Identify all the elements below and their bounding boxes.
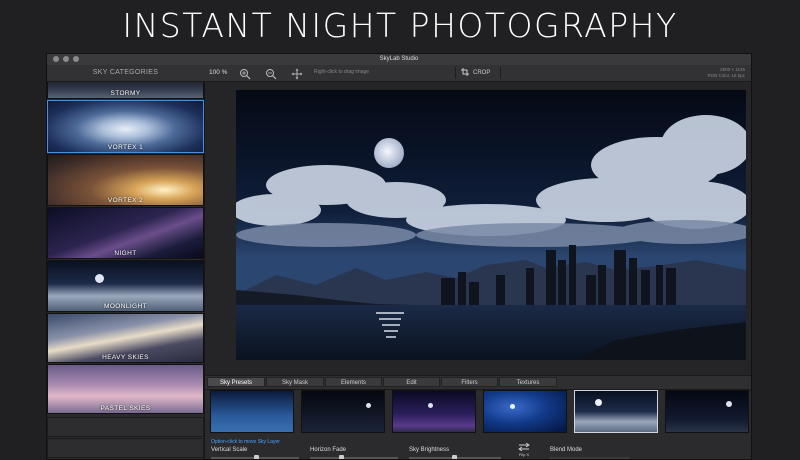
blend-mode-label: Blend Mode xyxy=(550,447,583,453)
crop-label: CROP xyxy=(473,70,491,76)
sky-brightness-label: Sky Brightness xyxy=(409,447,450,453)
crop-icon xyxy=(461,68,469,78)
move-icon[interactable] xyxy=(291,67,303,80)
sidebar-item-vortex-2[interactable]: VORTEX 2 xyxy=(47,154,204,206)
night-photo[interactable] xyxy=(236,90,746,360)
tab-elements[interactable]: Elements xyxy=(325,377,382,387)
sky-presets-strip xyxy=(205,389,751,437)
sidebar-item-vortex-1[interactable]: VORTEX 1 xyxy=(47,100,204,153)
tab-filters[interactable]: Filters xyxy=(441,377,498,387)
horizon-fade-slider[interactable] xyxy=(310,457,398,459)
crop-button[interactable]: CROP xyxy=(455,67,501,79)
preset-thumbnail[interactable] xyxy=(665,390,749,433)
app-window: SkyLab Studio SKY CATEGORIES 100 % Right… xyxy=(46,53,752,460)
sidebar-item-moonlight[interactable]: MOONLIGHT xyxy=(47,260,204,312)
toolbar: SKY CATEGORIES 100 % Right-click to drag… xyxy=(47,65,751,82)
sky-controls: Option-click to move Sky Layer Vertical … xyxy=(205,437,751,459)
preset-thumbnail[interactable] xyxy=(392,390,476,433)
tab-edit[interactable]: Edit xyxy=(383,377,440,387)
sidebar-item-label: STORMY xyxy=(110,90,141,97)
sidebar-item-label: MOONLIGHT xyxy=(104,303,147,310)
sidebar-item-label: VORTEX 2 xyxy=(107,197,144,204)
sidebar-item-heavy-skies[interactable]: HEAVY SKIES xyxy=(47,313,204,363)
sky-brightness-knob[interactable] xyxy=(452,455,457,459)
sidebar-item-label: HEAVY SKIES xyxy=(102,354,149,361)
preset-thumbnail[interactable] xyxy=(301,390,385,433)
zoom-in-icon[interactable] xyxy=(239,67,251,80)
flip-x-button[interactable]: Flip X xyxy=(517,442,531,457)
sidebar-item-label: NIGHT xyxy=(114,250,137,257)
panel-tabs: Sky Presets Sky Mask Elements Edit Filte… xyxy=(205,375,751,390)
vertical-scale-knob[interactable] xyxy=(254,455,259,459)
tab-sky-presets[interactable]: Sky Presets xyxy=(207,377,265,387)
drag-hint: Right-click to drag image xyxy=(314,69,370,75)
sidebar-item-label: VORTEX 1 xyxy=(107,144,144,151)
zoom-out-icon[interactable] xyxy=(265,67,277,80)
sidebar-item-stormy[interactable]: STORMY xyxy=(47,82,204,99)
sidebar-empty-slot xyxy=(47,417,204,437)
moon-icon xyxy=(95,274,104,283)
vertical-scale-label: Vertical Scale xyxy=(211,447,248,453)
preset-thumbnail[interactable] xyxy=(483,390,567,433)
move-layer-hint: Option-click to move Sky Layer xyxy=(211,439,280,445)
preset-thumbnail[interactable] xyxy=(210,390,294,433)
preset-thumbnail[interactable] xyxy=(574,390,658,433)
image-color-mode: RGB Color, 16 bpc xyxy=(707,73,745,78)
sidebar-empty-slot xyxy=(47,438,204,458)
sidebar-item-label: PASTEL SKIES xyxy=(100,405,151,412)
image-info: 2500 × 1125 RGB Color, 16 bpc xyxy=(707,67,745,79)
flip-x-label: Flip X xyxy=(518,452,530,457)
sky-categories-sidebar: STORMY VORTEX 1 VORTEX 2 NIGHT MOONLIGHT… xyxy=(47,82,205,459)
sidebar-item-pastel-skies[interactable]: PASTEL SKIES xyxy=(47,364,204,414)
horizon-fade-label: Horizon Fade xyxy=(310,447,347,453)
headline: INSTANT NIGHT PHOTOGRAPHY xyxy=(122,6,678,45)
tab-sky-mask[interactable]: Sky Mask xyxy=(266,377,324,387)
window-title: SkyLab Studio xyxy=(379,56,419,62)
horizon-fade-knob[interactable] xyxy=(339,455,344,459)
sidebar-item-night[interactable]: NIGHT xyxy=(47,207,204,259)
zoom-level: 100 % xyxy=(209,69,228,76)
image-canvas[interactable] xyxy=(205,82,751,375)
tab-textures[interactable]: Textures xyxy=(499,377,557,387)
sky-categories-header: SKY CATEGORIES xyxy=(92,69,159,76)
